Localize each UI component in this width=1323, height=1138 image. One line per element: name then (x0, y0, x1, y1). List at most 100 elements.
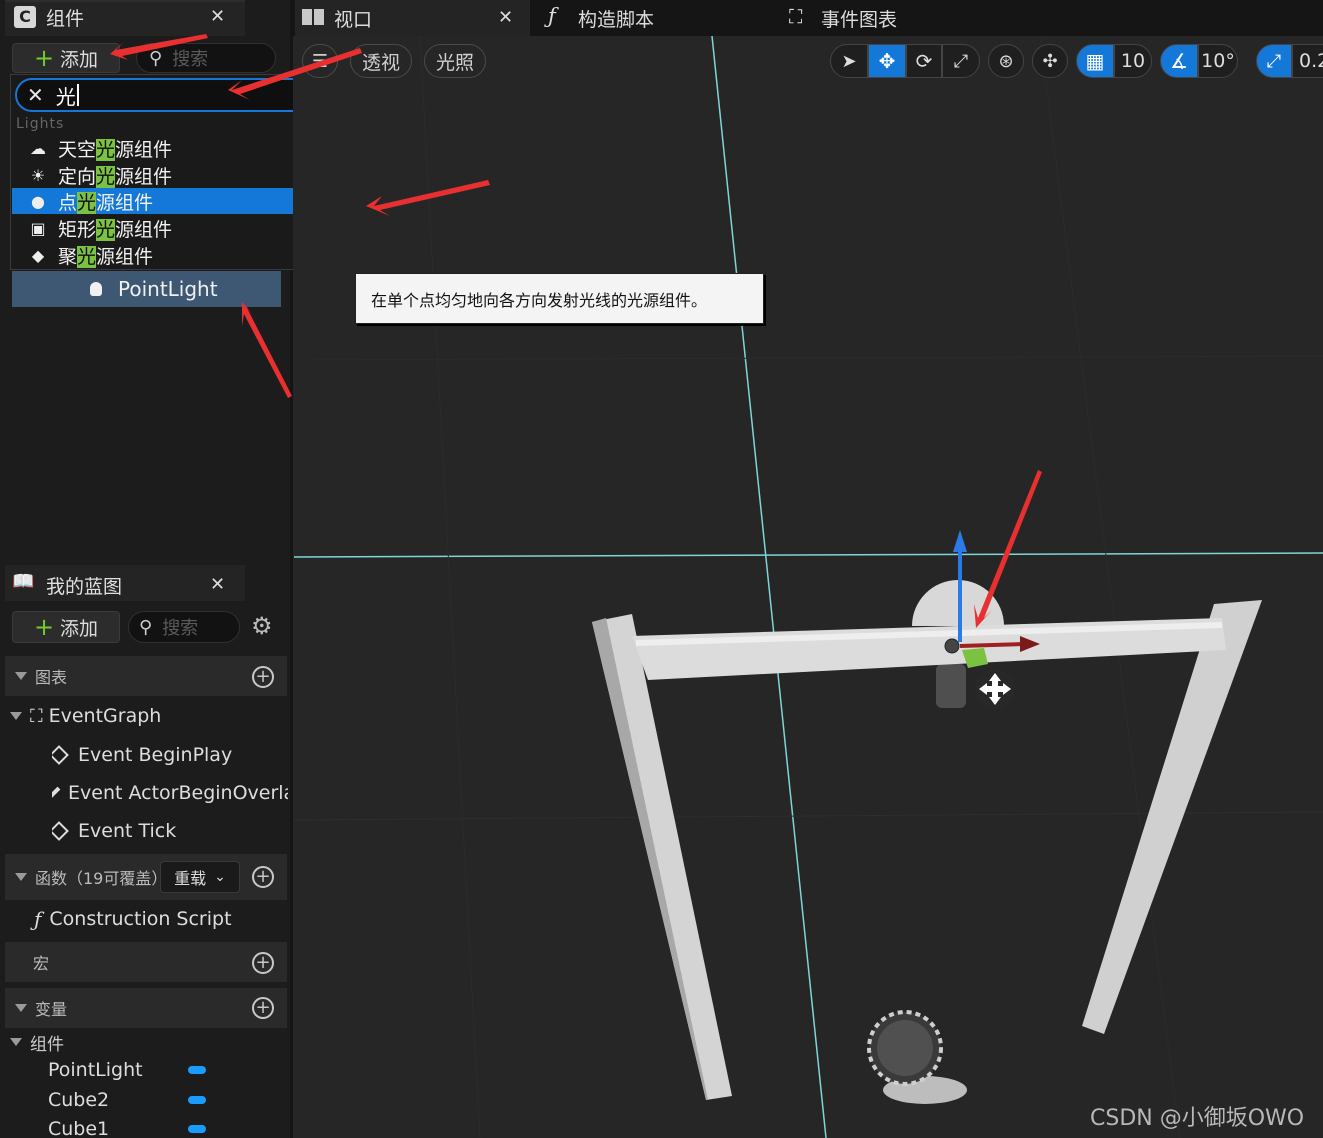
snap-icon: ✣ (1042, 50, 1058, 72)
light-item-label: 天空光源组件 (58, 138, 173, 161)
blueprint-search-input[interactable]: ⚲ 搜索 (128, 611, 240, 643)
tab-event-graph-label: 事件图表 (821, 9, 898, 31)
grid-line (293, 355, 1323, 361)
variable-type-pill-icon (188, 1125, 206, 1133)
variable-label: Cube2 (48, 1089, 110, 1111)
event-item[interactable]: Event ActorBeginOverla (52, 780, 288, 806)
add-graph-icon[interactable]: + (252, 666, 274, 688)
blueprint-tab[interactable] (5, 565, 245, 601)
add-function-icon[interactable]: + (252, 866, 274, 888)
directional-light-icon: ☀ (30, 165, 46, 185)
scale-arrow-icon: ⤢ (1266, 50, 1282, 72)
rotate-mode-button[interactable]: ⟳ (906, 44, 942, 78)
event-item[interactable]: Event BeginPlay (52, 742, 288, 768)
event-graph-item[interactable]: ⛶ EventGraph (10, 704, 161, 728)
variable-item[interactable]: PointLight (48, 1058, 288, 1082)
functions-section-header[interactable]: 函数（19可覆盖） (5, 854, 287, 900)
gizmo-x-axis (959, 642, 1025, 648)
move-icon: ✥ (878, 49, 896, 73)
components-category[interactable]: 组件 (10, 1031, 64, 1055)
variable-item[interactable]: Cube1 (48, 1117, 288, 1138)
coordinate-space-button[interactable]: ⊛ (988, 44, 1024, 78)
construction-script-item[interactable]: ƒ Construction Script (34, 906, 232, 932)
clear-icon[interactable]: ✕ (27, 83, 44, 107)
select-mode-button[interactable]: ➤ (830, 44, 868, 78)
surface-snap-button[interactable]: ✣ (1032, 44, 1068, 78)
plus-icon: + (33, 44, 55, 72)
rotation-snap-value[interactable]: 10° (1198, 44, 1238, 78)
variable-type-pill-icon (188, 1066, 206, 1074)
grid-line (419, 36, 481, 1138)
tooltip: 在单个点均匀地向各方向发射光线的光源组件。 (355, 273, 764, 324)
book-icon: 📖 (12, 571, 35, 592)
variable-label: PointLight (48, 1059, 143, 1081)
plus-icon: + (33, 613, 55, 641)
event-label: Event Tick (78, 820, 177, 842)
translate-mode-button[interactable]: ✥ (868, 44, 906, 78)
collapse-arrow-icon (10, 1038, 22, 1046)
macros-section-header[interactable]: 宏 (5, 942, 287, 982)
cursor-icon: ➤ (841, 50, 857, 72)
viewport-options-button[interactable]: ☰ (302, 44, 338, 78)
perspective-button[interactable]: 透视 (350, 44, 412, 78)
event-item[interactable]: Event Tick (52, 818, 288, 844)
world-icon: ⊛ (998, 50, 1014, 72)
light-item-label: 定向光源组件 (58, 165, 173, 188)
grid-snap-value[interactable]: 10 (1114, 44, 1152, 78)
collapse-arrow-icon (15, 873, 27, 881)
event-label: Event BeginPlay (78, 744, 233, 766)
component-search-input[interactable]: ⚲ 搜索 (136, 43, 276, 73)
grid-snap-toggle[interactable]: ▦ (1076, 44, 1114, 78)
bulb-base (936, 664, 966, 708)
collapse-arrow-icon (15, 1004, 27, 1012)
scale-mode-button[interactable]: ⤢ (942, 44, 980, 78)
variable-type-pill-icon (188, 1096, 206, 1104)
graphs-section-header[interactable]: 图表 (5, 656, 287, 696)
sky-light-icon: ☁ (30, 138, 46, 158)
tab-construction-label: 构造脚本 (578, 9, 655, 31)
rect-light-icon: ▣ (30, 218, 46, 238)
add-blueprint-button[interactable]: + 添加 (12, 611, 120, 643)
event-node-icon (52, 786, 61, 800)
graph-icon: ⛶ (30, 705, 43, 727)
close-icon[interactable]: ✕ (210, 6, 225, 27)
collapse-arrow-icon (10, 712, 22, 720)
scale-snap-value[interactable]: 0.2 (1292, 44, 1323, 78)
settings-gear-icon[interactable]: ⚙ (251, 612, 273, 640)
components-tab[interactable] (5, 0, 245, 36)
tree-item-pointlight[interactable]: PointLight (12, 271, 281, 307)
function-icon: ƒ (34, 907, 42, 931)
rotation-snap-toggle[interactable]: ∡ (1160, 44, 1198, 78)
add-variable-icon[interactable]: + (252, 997, 274, 1019)
blueprint-class-icon: C (14, 6, 36, 28)
spot-light-icon: ◆ (31, 245, 45, 265)
variable-item[interactable]: Cube2 (48, 1088, 288, 1112)
close-icon[interactable]: ✕ (210, 574, 225, 595)
viewport-scene (293, 36, 1323, 1138)
add-component-button[interactable]: + 添加 (12, 43, 120, 73)
category-label: Lights (16, 116, 65, 132)
scale-icon: ⤢ (953, 50, 969, 72)
add-macro-icon[interactable]: + (252, 952, 274, 974)
event-node-icon (52, 745, 69, 765)
tab-construction-script[interactable] (540, 0, 780, 36)
override-dropdown[interactable]: 重载 ⌄ (160, 861, 240, 893)
components-tab-title: 组件 (46, 8, 85, 30)
blueprint-tab-title: 我的蓝图 (46, 576, 123, 598)
variable-label: Cube1 (48, 1118, 110, 1138)
chevron-down-icon: ⌄ (214, 869, 226, 885)
grid-icon: ▦ (1085, 49, 1105, 73)
tab-viewport[interactable] (295, 0, 530, 36)
point-light-icon: ● (31, 191, 45, 211)
frame-right-leg (1082, 600, 1262, 1034)
event-label: Event ActorBeginOverla (68, 782, 288, 804)
frame-left-leg-side (592, 618, 708, 1100)
scale-snap-toggle[interactable]: ⤢ (1256, 44, 1292, 78)
light-item-label: 点光源组件 (58, 191, 154, 214)
close-icon[interactable]: ✕ (498, 7, 513, 28)
function-icon: ƒ (548, 4, 556, 28)
watermark: CSDN @小御坂OWO (1090, 1106, 1305, 1131)
variables-section-header[interactable]: 变量 (5, 988, 287, 1028)
lighting-mode-button[interactable]: 光照 (424, 44, 486, 78)
point-light-icon (90, 282, 102, 296)
